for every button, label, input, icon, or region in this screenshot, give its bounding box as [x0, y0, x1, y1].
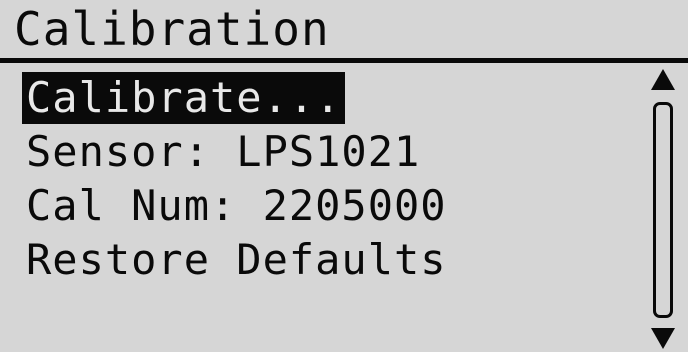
menu-item-sensor[interactable]: Sensor: LPS1021 — [22, 126, 642, 178]
menu-list: Calibrate... Sensor: LPS1021 Cal Num: 22… — [22, 72, 642, 288]
scrollbar-track[interactable] — [653, 102, 673, 318]
title-divider — [0, 58, 688, 63]
screen-title: Calibration — [14, 2, 330, 56]
arrow-down-icon[interactable] — [648, 326, 678, 350]
arrow-up-icon[interactable] — [648, 68, 678, 92]
menu-item-restore-defaults[interactable]: Restore Defaults — [22, 234, 642, 286]
lcd-screen: Calibration Calibrate... Sensor: LPS1021… — [0, 0, 688, 352]
menu-item-calibrate[interactable]: Calibrate... — [22, 72, 346, 124]
scrollbar[interactable] — [648, 68, 678, 350]
menu-item-cal-num[interactable]: Cal Num: 2205000 — [22, 180, 642, 232]
